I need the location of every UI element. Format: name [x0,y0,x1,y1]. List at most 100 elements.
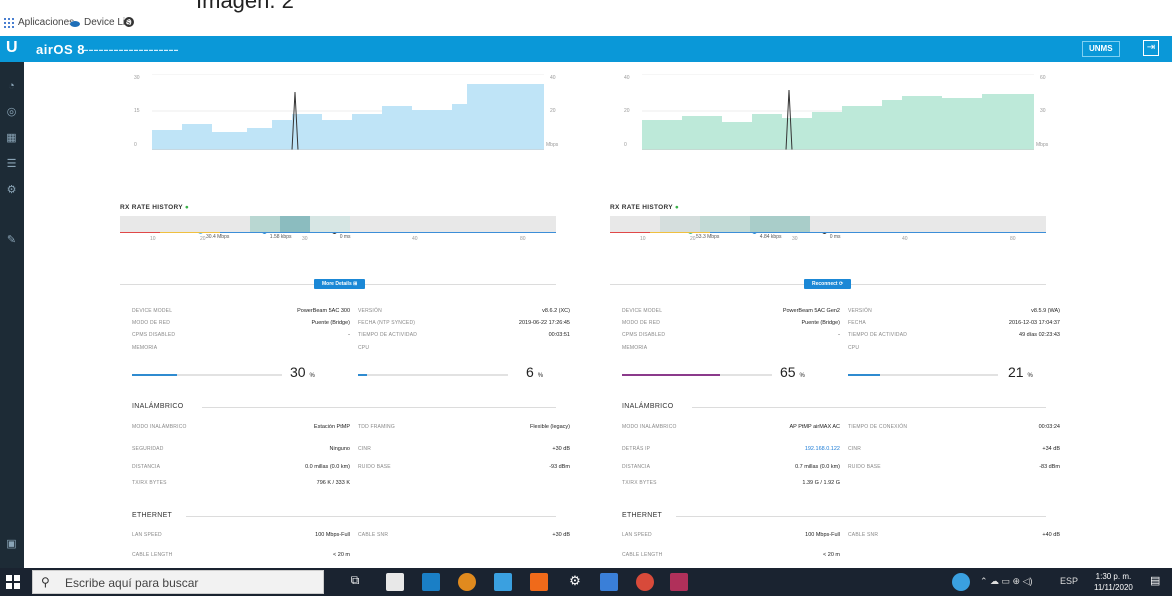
system-clock[interactable]: 1:30 p. m. 11/11/2020 [1094,571,1133,593]
y-tick: 15 [134,108,140,114]
rate-segment [310,216,350,232]
info-label: TIEMPO DE ACTIVIDAD [848,332,908,338]
info-value: - [838,332,840,338]
weather-icon[interactable] [952,573,970,591]
capacity-area [642,94,1034,150]
wireless-label: CINR [848,446,862,452]
ethernet-section-title: ETHERNET [622,512,663,519]
notifications-icon[interactable]: ▤ [1150,574,1164,588]
wireless-label: RUIDO BASE [358,464,391,470]
store-icon[interactable] [386,573,404,591]
info-label: VERSIÓN [358,308,382,314]
cpu-meter [358,374,508,376]
cpu-number: 21 [1008,364,1024,380]
taskbar-search-box[interactable]: ⚲ Escribe aquí para buscar [32,570,324,594]
reconnect-button[interactable]: Reconnect ⟳ [804,279,852,289]
wireless-value: 0.0 millas (0.0 km) [305,464,350,470]
windows-start-icon[interactable] [6,575,20,589]
info-label: MODO DE RED [132,320,171,326]
wireless-value: +34 dB [1042,446,1060,452]
wireless-label: DISTANCIA [132,464,161,470]
logout-icon[interactable]: ⇥ [1143,40,1159,56]
info-label: FECHA [848,320,866,326]
cpu-unit: % [1027,373,1033,379]
rate-tick: 10 [640,236,646,242]
settings-bookmark[interactable] [124,17,134,27]
wireless-value: Flexible (legacy) [529,424,570,430]
memory-meter [132,374,282,376]
y-tick-unit: Mbps [546,142,559,148]
mail-icon[interactable] [494,573,512,591]
vlc-icon[interactable] [530,573,548,591]
rx-rate-history-label: RX RATE HISTORY [610,204,673,211]
status-dot-icon: ● [674,204,680,211]
app-header: U airOS 8 ▬▬▬▬▬▬▬▬▬▬▬▬▬▬▬▬▬▬▬ UNMS ⇥ [0,36,1172,62]
divider [676,516,1046,517]
apps-bookmark-label: Aplicaciones [18,17,75,28]
ethernet-value: +40 dB [1042,532,1060,538]
settings-taskbar-icon[interactable]: ⚙ [566,573,584,591]
info-label: CPMS DISABLED [622,332,666,338]
info-label: DEVICE MODEL [132,308,173,314]
ethernet-value: < 20 m [333,552,350,558]
rate-tick: 40 [902,236,908,242]
cpu-meter [848,374,998,376]
rx-rate-bar [610,216,1046,233]
y-tick-right: 30 [1040,108,1046,114]
wireless-value: 1.39 G / 1.92 G [802,480,840,486]
image-caption: Imagen. 2 [196,0,294,13]
info-label: DEVICE MODEL [622,308,663,314]
info-value: Puente (Bridge) [801,320,840,326]
more-details-button[interactable]: More Details ⊞ [314,279,366,289]
legend-value: 4.84 kbps [759,234,782,240]
cpu-meter-fill [358,374,367,376]
wireless-icon[interactable]: ◎ [5,106,18,119]
edge-icon[interactable] [422,573,440,591]
language-indicator[interactable]: ESP [1060,576,1078,586]
rx-rate-history-title: RX RATE HISTORY ● [120,204,189,211]
info-value: 00:03:51 [548,332,570,338]
cpu-label: CPU [848,345,860,351]
files-icon[interactable] [600,573,618,591]
chrome-icon[interactable] [636,573,654,591]
remote-ip-link[interactable]: 192.168.0.122 [720,446,840,452]
wireless-section-title: INALÁMBRICO [622,403,674,410]
info-label: TIEMPO DE ACTIVIDAD [358,332,418,338]
unms-button[interactable]: UNMS [1082,41,1120,57]
more-details-label: More Details [322,281,352,287]
task-view-icon[interactable]: ⧉ [346,573,364,591]
legend-value: 0 ms [339,234,351,240]
legend-value: 30.4 Mbps [206,234,230,240]
app-icon[interactable] [670,573,688,591]
ethernet-label: CABLE LENGTH [622,552,663,558]
y-tick-right: 40 [550,75,556,81]
terminal-icon[interactable]: ▣ [5,538,18,551]
reconnect-label: Reconnect [812,281,838,287]
y-tick: 30 [134,75,140,81]
wireless-label: DETRÁS IP [622,446,651,452]
throughput-chart [642,74,1034,150]
info-label: VERSIÓN [848,308,872,314]
rate-scale-yellow [160,232,220,233]
memory-number: 65 [780,364,796,380]
y-tick: 20 [624,108,630,114]
product-logo: airOS 8 [36,42,86,57]
memory-value: 65 % [780,364,805,380]
tray-icons[interactable]: ⌃ ☁ ▭ ⊕ ◁) [980,576,1033,587]
divider [202,407,556,408]
apps-bookmark[interactable]: Aplicaciones [4,17,74,28]
cpu-unit: % [537,373,544,379]
clock-date: 11/11/2020 [1094,583,1133,592]
legend-value: 53.3 Mbps [696,234,720,240]
services-icon[interactable]: ☰ [5,158,18,171]
ethernet-label: LAN SPEED [132,532,162,538]
firefox-icon[interactable] [458,573,476,591]
ethernet-section-title: ETHERNET [132,512,173,519]
network-icon[interactable]: ▦ [5,132,18,145]
system-icon[interactable]: ⚙ [5,184,18,197]
info-value: - [348,332,350,338]
ethernet-label: CABLE LENGTH [132,552,173,558]
tools-icon[interactable]: ✎ [5,234,18,247]
dashboard-icon[interactable]: ◔ [5,80,18,93]
info-value: 49 días 02:23:43 [1019,332,1060,338]
